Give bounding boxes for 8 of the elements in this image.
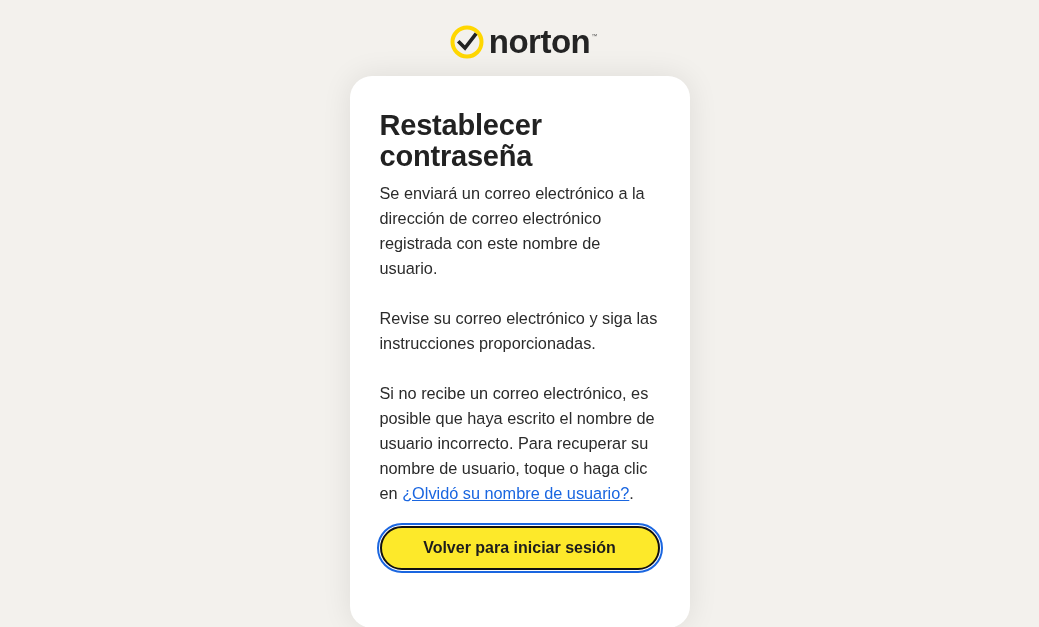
back-to-login-button[interactable]: Volver para iniciar sesión <box>379 526 660 570</box>
info-paragraph: Revise su correo electrónico y siga las instrucciones proporcionadas. <box>379 308 659 354</box>
forgot-username-link[interactable]: ¿Olvidó su nombre de usuario? <box>402 484 630 502</box>
info-paragraph: Se enviará un correo electrónico a la dirección de correo electrónico registrada con este nombre de usuario. <box>379 183 646 279</box>
info-paragraph: Si no recibe un correo electrónico, es posible que haya escrito el nombre de usuario incorrecto. Para recuperar su nombre de usuario, toque o haga clic en ¿Olvidó su nombre de usuario?. <box>379 383 656 504</box>
card-title: Restablecer contraseña <box>379 110 543 172</box>
check-circle-icon <box>449 25 484 59</box>
logo-wordmark: norton <box>488 24 591 60</box>
